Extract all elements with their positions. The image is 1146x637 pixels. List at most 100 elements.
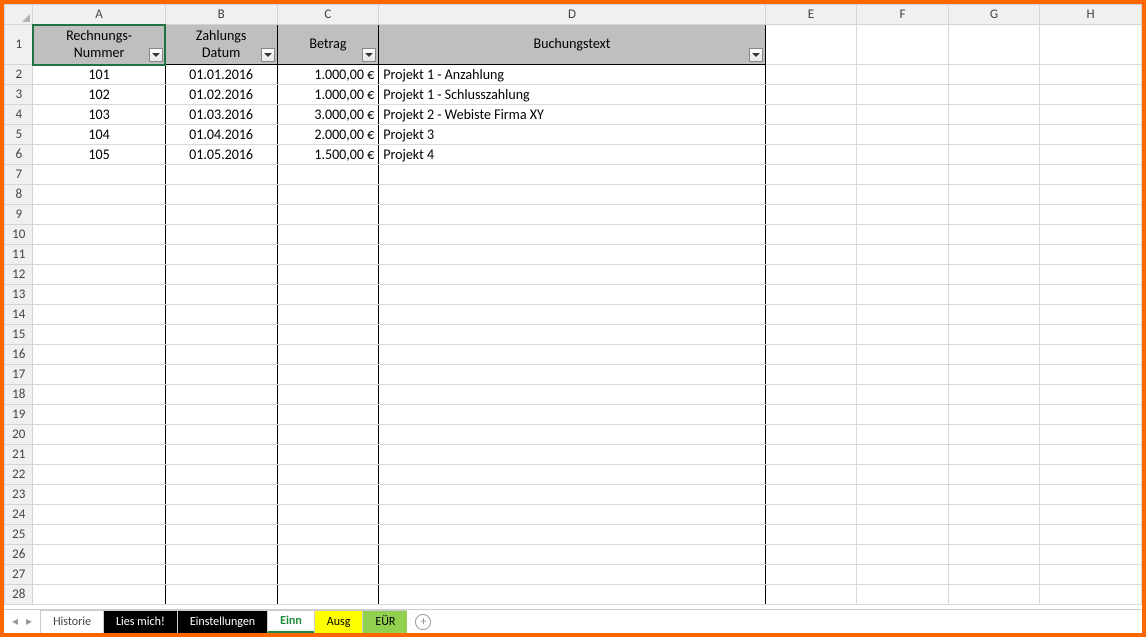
- cell-F22[interactable]: [857, 465, 949, 485]
- spreadsheet-grid[interactable]: A B C D E F G H 1 Rechnungs- Nummer Zahl…: [4, 4, 1142, 609]
- cell-H13[interactable]: [1040, 285, 1142, 305]
- filter-icon[interactable]: [149, 48, 163, 62]
- cell-B11[interactable]: [165, 245, 277, 265]
- cell-D20[interactable]: [379, 425, 765, 445]
- cell-C14[interactable]: [277, 305, 379, 325]
- cell-A14[interactable]: [33, 305, 165, 325]
- cell-A8[interactable]: [33, 185, 165, 205]
- row-header-11[interactable]: 11: [5, 245, 33, 265]
- row-header-21[interactable]: 21: [5, 445, 33, 465]
- cell-B21[interactable]: [165, 445, 277, 465]
- cell-B23[interactable]: [165, 485, 277, 505]
- cell-G10[interactable]: [948, 225, 1040, 245]
- cell-C3[interactable]: 1.000,00 €: [277, 85, 379, 105]
- cell-H21[interactable]: [1040, 445, 1142, 465]
- cell-E6[interactable]: [765, 145, 857, 165]
- row-header-27[interactable]: 27: [5, 565, 33, 585]
- cell-B10[interactable]: [165, 225, 277, 245]
- cell-D8[interactable]: [379, 185, 765, 205]
- cell-H1[interactable]: [1040, 25, 1142, 65]
- row-header-13[interactable]: 13: [5, 285, 33, 305]
- cell-C15[interactable]: [277, 325, 379, 345]
- col-header-B[interactable]: B: [165, 5, 277, 25]
- cell-A2[interactable]: 101: [33, 65, 165, 85]
- row-header-17[interactable]: 17: [5, 365, 33, 385]
- cell-D4[interactable]: Projekt 2 - Webiste Firma XY: [379, 105, 765, 125]
- cell-C27[interactable]: [277, 565, 379, 585]
- tab-add[interactable]: +: [407, 610, 439, 633]
- cell-E14[interactable]: [765, 305, 857, 325]
- cell-G5[interactable]: [948, 125, 1040, 145]
- cell-E19[interactable]: [765, 405, 857, 425]
- cell-D17[interactable]: [379, 365, 765, 385]
- cell-E13[interactable]: [765, 285, 857, 305]
- tab-next-icon[interactable]: ▸: [26, 614, 32, 629]
- cell-C10[interactable]: [277, 225, 379, 245]
- cell-H17[interactable]: [1040, 365, 1142, 385]
- cell-H14[interactable]: [1040, 305, 1142, 325]
- cell-A21[interactable]: [33, 445, 165, 465]
- cell-F15[interactable]: [857, 325, 949, 345]
- cell-B5[interactable]: 01.04.2016: [165, 125, 277, 145]
- cell-B12[interactable]: [165, 265, 277, 285]
- cell-D24[interactable]: [379, 505, 765, 525]
- cell-C7[interactable]: [277, 165, 379, 185]
- cell-B2[interactable]: 01.01.2016: [165, 65, 277, 85]
- cell-E16[interactable]: [765, 345, 857, 365]
- cell-F5[interactable]: [857, 125, 949, 145]
- cell-D19[interactable]: [379, 405, 765, 425]
- col-header-H[interactable]: H: [1040, 5, 1142, 25]
- cell-F25[interactable]: [857, 525, 949, 545]
- cell-F18[interactable]: [857, 385, 949, 405]
- cell-E26[interactable]: [765, 545, 857, 565]
- cell-H19[interactable]: [1040, 405, 1142, 425]
- cell-A22[interactable]: [33, 465, 165, 485]
- cell-E17[interactable]: [765, 365, 857, 385]
- cell-F9[interactable]: [857, 205, 949, 225]
- tab-eur[interactable]: EÜR: [362, 610, 408, 633]
- cell-F23[interactable]: [857, 485, 949, 505]
- col-header-C[interactable]: C: [277, 5, 379, 25]
- cell-G25[interactable]: [948, 525, 1040, 545]
- cell-D14[interactable]: [379, 305, 765, 325]
- cell-F2[interactable]: [857, 65, 949, 85]
- cell-F12[interactable]: [857, 265, 949, 285]
- cell-F3[interactable]: [857, 85, 949, 105]
- cell-C11[interactable]: [277, 245, 379, 265]
- row-header-9[interactable]: 9: [5, 205, 33, 225]
- tab-historie[interactable]: Historie: [40, 610, 104, 633]
- cell-B22[interactable]: [165, 465, 277, 485]
- row-header-12[interactable]: 12: [5, 265, 33, 285]
- cell-H24[interactable]: [1040, 505, 1142, 525]
- cell-D21[interactable]: [379, 445, 765, 465]
- cell-A13[interactable]: [33, 285, 165, 305]
- cell-H10[interactable]: [1040, 225, 1142, 245]
- cell-E3[interactable]: [765, 85, 857, 105]
- cell-F28[interactable]: [857, 585, 949, 605]
- cell-F7[interactable]: [857, 165, 949, 185]
- cell-F10[interactable]: [857, 225, 949, 245]
- row-header-24[interactable]: 24: [5, 505, 33, 525]
- cell-E18[interactable]: [765, 385, 857, 405]
- cell-A23[interactable]: [33, 485, 165, 505]
- cell-D2[interactable]: Projekt 1 - Anzahlung: [379, 65, 765, 85]
- row-header-16[interactable]: 16: [5, 345, 33, 365]
- col-header-A[interactable]: A: [33, 5, 165, 25]
- cell-C9[interactable]: [277, 205, 379, 225]
- row-header-4[interactable]: 4: [5, 105, 33, 125]
- cell-B24[interactable]: [165, 505, 277, 525]
- cell-B19[interactable]: [165, 405, 277, 425]
- cell-H8[interactable]: [1040, 185, 1142, 205]
- cell-G18[interactable]: [948, 385, 1040, 405]
- col-header-F[interactable]: F: [857, 5, 949, 25]
- cell-H22[interactable]: [1040, 465, 1142, 485]
- col-header-E[interactable]: E: [765, 5, 857, 25]
- cell-H7[interactable]: [1040, 165, 1142, 185]
- cell-H15[interactable]: [1040, 325, 1142, 345]
- cell-D13[interactable]: [379, 285, 765, 305]
- cell-A11[interactable]: [33, 245, 165, 265]
- cell-C16[interactable]: [277, 345, 379, 365]
- row-header-28[interactable]: 28: [5, 585, 33, 605]
- cell-B26[interactable]: [165, 545, 277, 565]
- cell-D23[interactable]: [379, 485, 765, 505]
